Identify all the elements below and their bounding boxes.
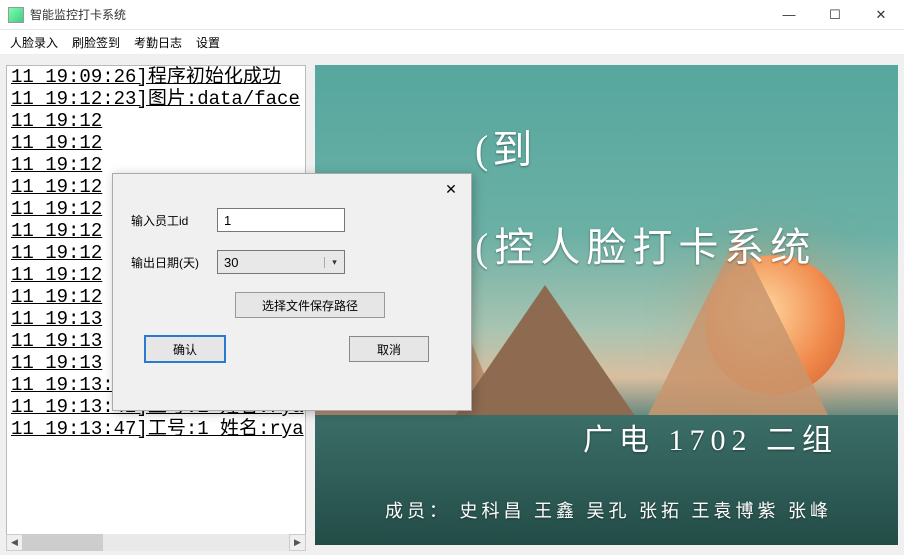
dialog-actions: 确认 取消 (131, 318, 453, 362)
dialog-close-button[interactable]: ✕ (431, 175, 471, 203)
client-area: 11 19:09:26]程序初始化成功 11 19:12:23]图片:data/… (0, 55, 904, 555)
horizontal-scrollbar[interactable]: ◀ ▶ (6, 534, 306, 551)
ok-button[interactable]: 确认 (145, 336, 225, 362)
output-days-select[interactable]: 30 ▾ (217, 250, 345, 274)
menu-attendance-log[interactable]: 考勤日志 (134, 34, 182, 51)
label-employee-id: 输入员工id (131, 212, 217, 229)
export-dialog: ✕ 输入员工id 输出日期(天) 30 ▾ 选择文件保存路径 确认 取消 (112, 173, 472, 411)
log-line: 11 19:12:23]图片:data/face (7, 88, 305, 110)
output-days-value: 30 (218, 255, 324, 270)
app-icon (8, 7, 24, 23)
log-line: 11 19:09:26]程序初始化成功 (7, 66, 305, 88)
log-line: 11 19:13:47]工号:1 姓名:rya (7, 418, 305, 440)
close-icon: ✕ (445, 181, 457, 198)
window-title: 智能监控打卡系统 (30, 6, 766, 23)
banner-title-1: (到 (475, 117, 536, 175)
scroll-track[interactable] (23, 534, 289, 551)
maximize-button[interactable]: ☐ (812, 0, 858, 29)
chevron-down-icon: ▾ (324, 257, 344, 268)
choose-save-path-button[interactable]: 选择文件保存路径 (235, 292, 385, 318)
employee-id-input[interactable] (217, 208, 345, 232)
log-line: 11 19:12 (7, 110, 305, 132)
banner-group: 广电 1702 二组 (583, 415, 838, 459)
window-controls: ― ☐ ✕ (766, 0, 904, 29)
menu-face-enroll[interactable]: 人脸录入 (10, 34, 58, 51)
label-output-days: 输出日期(天) (131, 254, 217, 271)
scroll-thumb[interactable] (23, 534, 103, 551)
menubar: 人脸录入 刷脸签到 考勤日志 设置 (0, 30, 904, 55)
dialog-titlebar: ✕ (113, 174, 471, 204)
close-button[interactable]: ✕ (858, 0, 904, 29)
log-line: 11 19:12 (7, 132, 305, 154)
scroll-left-icon[interactable]: ◀ (6, 534, 23, 551)
titlebar: 智能监控打卡系统 ― ☐ ✕ (0, 0, 904, 30)
banner-members: 成员： 史科昌 王鑫 吴孔 张拓 王袁博紫 张峰 (385, 497, 878, 523)
row-employee-id: 输入员工id (131, 208, 453, 232)
row-output-days: 输出日期(天) 30 ▾ (131, 250, 453, 274)
minimize-button[interactable]: ― (766, 0, 812, 29)
scroll-right-icon[interactable]: ▶ (289, 534, 306, 551)
menu-face-checkin[interactable]: 刷脸签到 (72, 34, 120, 51)
banner-title-2: (控人脸打卡系统 (475, 215, 816, 273)
cancel-button[interactable]: 取消 (349, 336, 429, 362)
dialog-body: 输入员工id 输出日期(天) 30 ▾ 选择文件保存路径 确认 取消 (113, 204, 471, 366)
menu-settings[interactable]: 设置 (196, 34, 220, 51)
